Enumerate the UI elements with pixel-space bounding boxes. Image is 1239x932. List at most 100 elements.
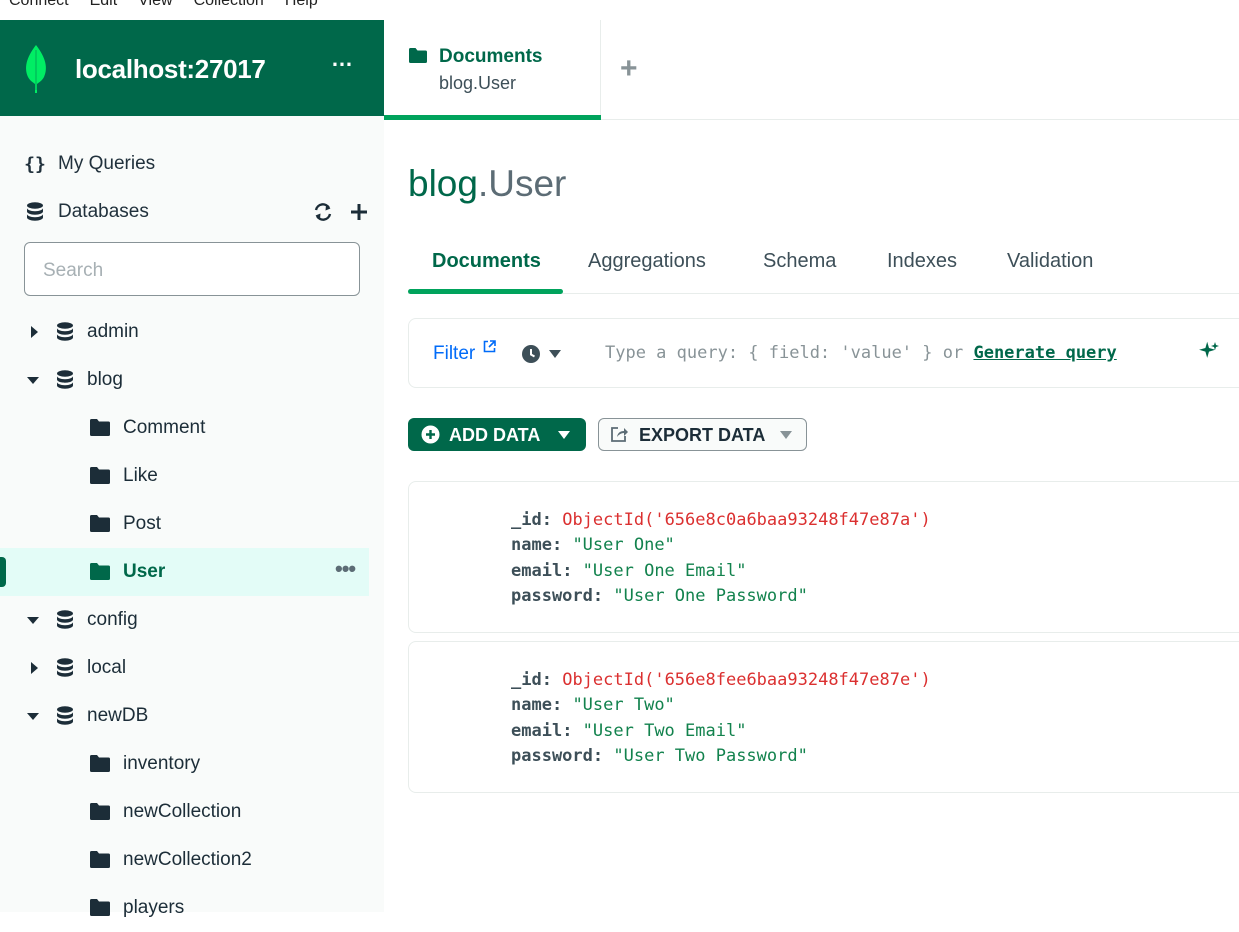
plus-circle-icon: [421, 425, 440, 444]
folder-icon: [90, 419, 110, 436]
field-key: _id: [511, 670, 542, 690]
folder-icon: [90, 467, 110, 484]
caret-down-icon[interactable]: [26, 373, 40, 387]
namespace-collection: User: [488, 163, 567, 204]
database-icon: [27, 202, 43, 221]
tab-validation[interactable]: Validation: [1007, 250, 1093, 273]
field-colon: :: [562, 721, 583, 741]
caret-down-icon[interactable]: [26, 613, 40, 627]
mongodb-leaf-icon: [26, 45, 46, 93]
menu-edit[interactable]: Edit: [90, 0, 118, 14]
menu-bar: Connect Edit View Collection Help: [0, 0, 1239, 20]
query-history-icon[interactable]: [521, 344, 541, 364]
menu-collection[interactable]: Collection: [194, 0, 264, 14]
document-card[interactable]: _id: ObjectId('656e8c0a6baa93248f47e87a'…: [408, 481, 1239, 633]
namespace-separator: .: [477, 163, 489, 204]
menu-help[interactable]: Help: [285, 0, 318, 14]
folder-icon: [90, 899, 110, 916]
filter-link[interactable]: Filter: [433, 343, 475, 365]
chevron-down-icon[interactable]: [549, 350, 561, 358]
sidebar-collection-players[interactable]: players: [0, 884, 369, 932]
sidebar-database-admin[interactable]: admin: [0, 308, 369, 356]
document-field: email: "User One Email": [511, 561, 746, 581]
tree-item-label: User: [123, 561, 166, 582]
add-tab-button[interactable]: +: [620, 54, 638, 84]
sidebar-collection-post[interactable]: Post: [0, 500, 369, 548]
caret-right-icon[interactable]: [27, 325, 41, 339]
tab-schema[interactable]: Schema: [763, 250, 836, 273]
add-data-button[interactable]: ADD DATA: [408, 418, 586, 451]
menu-view[interactable]: View: [138, 0, 172, 14]
sidebar-search-input[interactable]: Search: [24, 242, 360, 296]
tree-item-label: Like: [123, 465, 158, 486]
sidebar-collection-like[interactable]: Like: [0, 452, 369, 500]
sparkle-icon: [1199, 341, 1219, 358]
folder-icon: [409, 48, 427, 63]
my-queries-item[interactable]: {} My Queries: [0, 142, 384, 186]
sidebar-database-newdb[interactable]: newDB: [0, 692, 369, 740]
document-field: _id: ObjectId('656e8fee6baa93248f47e87e'…: [511, 670, 931, 690]
tab-indexes[interactable]: Indexes: [887, 250, 957, 273]
folder-icon: [90, 563, 110, 580]
tree-item-label: Comment: [123, 417, 206, 438]
refresh-icon[interactable]: [312, 198, 334, 226]
query-input[interactable]: Type a query: { field: 'value' } or Gene…: [605, 343, 1117, 363]
workspace-tab-subtitle: blog.User: [439, 73, 517, 93]
sidebar-collection-user[interactable]: User •••: [0, 548, 369, 596]
workspace-tab-title: Documents: [439, 46, 543, 67]
sidebar-database-blog[interactable]: blog: [0, 356, 369, 404]
objectid-value: 656e8fee6baa93248f47e87e: [664, 670, 911, 690]
connection-more-button[interactable]: …: [330, 48, 354, 74]
objectid-suffix: '): [910, 510, 931, 530]
connection-title: localhost:27017: [75, 54, 266, 84]
field-value: "User One Email": [582, 561, 747, 581]
chevron-down-icon: [780, 431, 792, 439]
collection-subtabs: Documents Aggregations Schema Indexes Va…: [408, 240, 1239, 294]
database-icon: [57, 706, 73, 725]
tree-item-label: inventory: [123, 753, 201, 774]
workspace-tab-documents[interactable]: Documents blog.User: [384, 20, 601, 120]
workspace-tabs: Documents blog.User +: [384, 20, 1239, 120]
tree-item-label: players: [123, 897, 185, 918]
field-colon: :: [551, 695, 573, 715]
folder-icon: [90, 851, 110, 868]
tab-aggregations[interactable]: Aggregations: [588, 250, 706, 273]
namespace-title: blog.User: [408, 163, 566, 205]
sidebar-collection-comment[interactable]: Comment: [0, 404, 369, 452]
export-data-label: EXPORT DATA: [639, 425, 766, 445]
export-icon: [611, 427, 628, 442]
database-icon: [57, 658, 73, 677]
tree-item-label: local: [87, 657, 127, 678]
query-bar: Filter Type a query: { field: 'value' } …: [408, 318, 1239, 388]
add-database-icon[interactable]: [348, 198, 370, 226]
collection-more-button[interactable]: •••: [335, 556, 356, 582]
generate-query-link[interactable]: Generate query: [973, 343, 1116, 363]
field-value: "User Two Password": [613, 746, 808, 766]
caret-down-icon[interactable]: [26, 709, 40, 723]
tree-item-label: config: [87, 609, 138, 630]
sidebar-collection-newcollection[interactable]: newCollection: [0, 788, 369, 836]
tab-documents[interactable]: Documents: [432, 250, 541, 273]
my-queries-label: My Queries: [58, 153, 156, 174]
sidebar-collection-inventory[interactable]: inventory: [0, 740, 369, 788]
field-colon: :: [541, 670, 563, 690]
folder-icon: [90, 755, 110, 772]
sidebar-database-config[interactable]: config: [0, 596, 369, 644]
document-card[interactable]: _id: ObjectId('656e8fee6baa93248f47e87e'…: [408, 641, 1239, 793]
field-colon: :: [592, 586, 614, 606]
caret-right-icon[interactable]: [27, 661, 41, 675]
export-data-button[interactable]: EXPORT DATA: [598, 418, 807, 451]
field-value: "User One Password": [613, 586, 808, 606]
field-value: "User Two": [572, 695, 675, 715]
subtab-active-indicator: [408, 289, 563, 294]
field-key: password: [511, 586, 593, 606]
field-value: "User One": [572, 535, 675, 555]
databases-item[interactable]: Databases: [0, 190, 384, 234]
tree-item-label: newDB: [87, 705, 149, 726]
document-field: email: "User Two Email": [511, 721, 746, 741]
database-icon: [57, 322, 73, 341]
menu-connect[interactable]: Connect: [9, 0, 69, 14]
sidebar-database-local[interactable]: local: [0, 644, 369, 692]
sidebar-collection-newcollection2[interactable]: newCollection2: [0, 836, 369, 884]
document-field: name: "User One": [511, 535, 675, 555]
